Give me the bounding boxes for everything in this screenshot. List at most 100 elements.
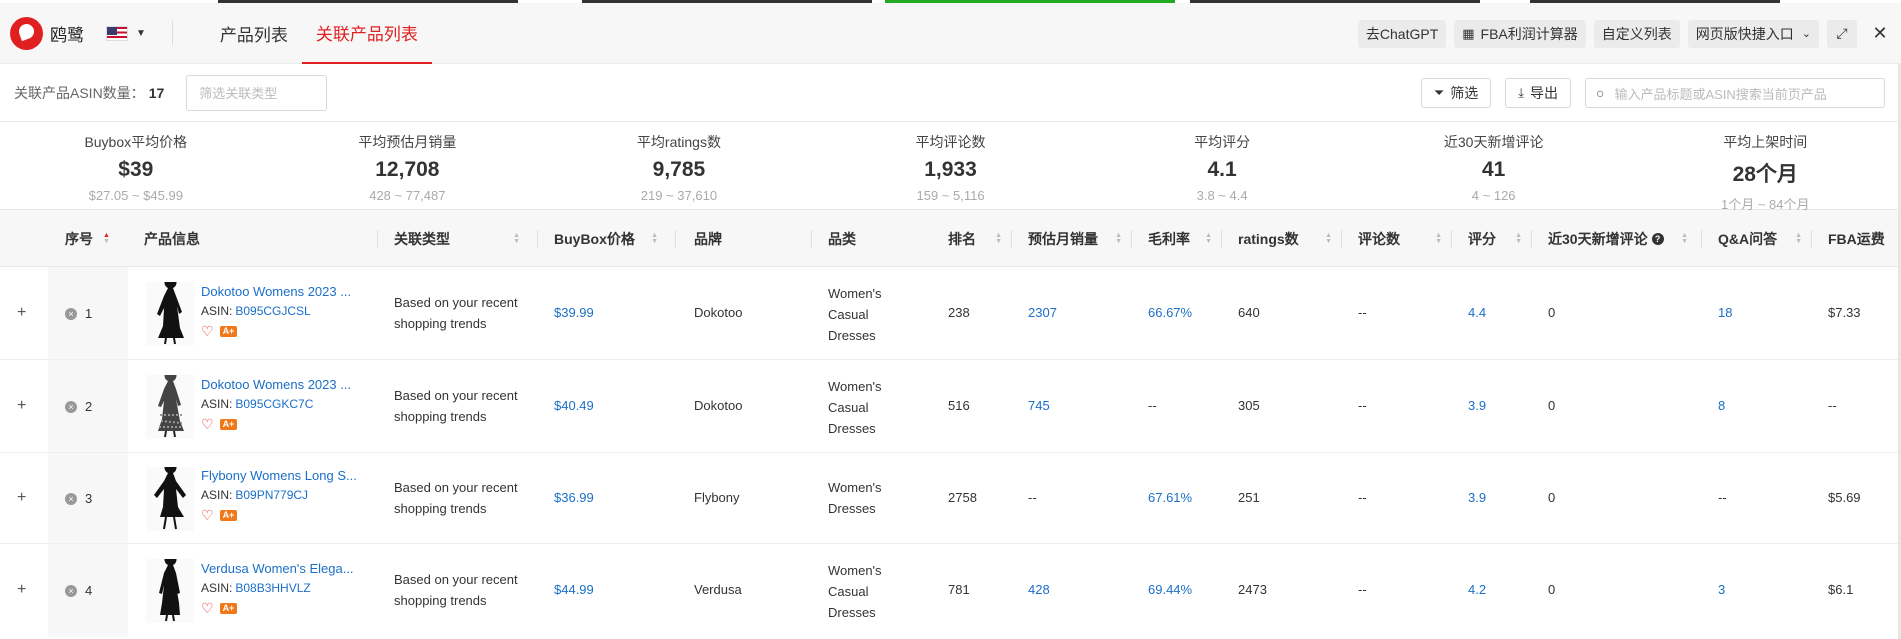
column-rating[interactable]: 评分 ▲ ▼ (1468, 210, 1532, 267)
column-new-reviews[interactable]: 近30天新增评论 ? ▲ ▼ (1548, 210, 1702, 267)
asin-link[interactable]: B095CGJCSL (235, 304, 310, 318)
us-flag-icon[interactable] (106, 25, 128, 41)
custom-list-button[interactable]: 自定义列表 (1593, 19, 1680, 48)
asin-link[interactable]: B08B3HHVLZ (235, 581, 310, 595)
column-monthly-sales[interactable]: 预估月销量 ▲ ▼ (1028, 210, 1132, 267)
row-seq: × 2 (65, 399, 92, 414)
category-line: Dresses (828, 328, 876, 343)
search-input[interactable]: ○ 输入产品标题或ASIN搜索当前页产品 (1585, 78, 1885, 108)
close-icon[interactable]: ✕ (1865, 20, 1895, 48)
fba-calculator-button[interactable]: ▦ FBA利润计算器 (1454, 19, 1586, 48)
heart-icon[interactable]: ♡ (201, 323, 214, 340)
column-margin[interactable]: 毛利率 ▲ ▼ (1148, 210, 1222, 267)
buybox-price[interactable]: $44.99 (554, 582, 594, 597)
sort-icon[interactable]: ▲ ▼ (1115, 232, 1122, 245)
heart-icon[interactable]: ♡ (201, 507, 214, 524)
sort-icon[interactable]: ▲ ▼ (995, 232, 1002, 245)
sort-icon[interactable]: ▲ ▼ (1205, 232, 1212, 245)
remove-icon[interactable]: × (65, 492, 77, 505)
stat-value: 9,785 (652, 158, 706, 181)
column-buybox[interactable]: BuyBox价格 ▲ ▼ (554, 210, 676, 267)
column-ratings[interactable]: ratings数 ▲ ▼ (1238, 210, 1342, 267)
buybox-price[interactable]: $36.99 (554, 490, 594, 505)
remove-icon[interactable]: × (65, 584, 77, 597)
product-thumbnail[interactable] (146, 276, 194, 346)
column-relation[interactable]: 关联类型 ▲ ▼ (394, 210, 538, 267)
product-title-link[interactable]: Dokotoo Womens 2023 ... (201, 377, 371, 392)
rank: 516 (948, 398, 970, 413)
web-entry-dropdown[interactable]: 网页版快捷入口 ⌄ (1687, 19, 1819, 48)
sort-icon[interactable]: ▲ ▼ (651, 232, 658, 245)
margin: -- (1148, 398, 1157, 413)
heart-icon[interactable]: ♡ (201, 416, 214, 433)
product-thumbnail[interactable] (146, 553, 194, 623)
table-row[interactable]: + × 2 Dokotoo Womens 2023 ... ASIN: B095C… (0, 360, 1901, 453)
caret-down-icon[interactable]: ▼ (136, 28, 146, 39)
monthly-sales[interactable]: 428 (1028, 582, 1050, 597)
sort-icon[interactable]: ▲ ▼ (1435, 232, 1442, 245)
product-thumbnail[interactable] (146, 369, 194, 439)
header-divider (171, 21, 173, 45)
rating[interactable]: 3.9 (1468, 398, 1486, 413)
product-title-link[interactable]: Flybony Womens Long S... (201, 468, 371, 483)
product-title-link[interactable]: Verdusa Women's Elega... (201, 561, 371, 576)
expand-row-icon[interactable]: + (17, 581, 26, 599)
sort-icon[interactable]: ▲ ▼ (1515, 232, 1522, 245)
stat-range: 3.8 ~ 4.4 (1196, 188, 1248, 203)
export-button[interactable]: ⤓ 导出 (1505, 78, 1571, 108)
product-thumbnail[interactable] (146, 461, 194, 531)
rating[interactable]: 3.9 (1468, 490, 1486, 505)
qa[interactable]: 18 (1718, 305, 1732, 320)
expand-row-icon[interactable]: + (17, 489, 26, 507)
table-row[interactable]: + × 1 Dokotoo Womens 2023 ... ASIN: B095C… (0, 267, 1901, 360)
margin[interactable]: 67.61% (1148, 490, 1192, 505)
monthly-sales[interactable]: 2307 (1028, 305, 1057, 320)
asin-count-value: 17 (148, 84, 165, 101)
asin-link[interactable]: B09PN779CJ (235, 488, 308, 502)
relation-type: Based on your recent shopping trends (394, 385, 534, 427)
rating[interactable]: 4.4 (1468, 305, 1486, 320)
sort-icon[interactable]: ▲ ▼ (103, 232, 110, 245)
stat-value: 1,933 (924, 158, 977, 181)
column-reviews[interactable]: 评论数 ▲ ▼ (1358, 210, 1452, 267)
row-seq: × 3 (65, 491, 92, 506)
table-row[interactable]: + × 3 Flybony Womens Long S... ASIN: B09P… (0, 453, 1901, 544)
expand-row-icon[interactable]: + (17, 304, 26, 322)
margin[interactable]: 66.67% (1148, 305, 1192, 320)
filter-button[interactable]: ⏷ 筛选 (1420, 78, 1492, 108)
sort-icon[interactable]: ▲ ▼ (1795, 232, 1802, 245)
tab-related-product-list[interactable]: 关联产品列表 (301, 3, 432, 64)
qa[interactable]: 8 (1718, 398, 1725, 413)
remove-icon[interactable]: × (65, 400, 77, 413)
tab-product-list[interactable]: 产品列表 (206, 3, 302, 64)
column-rank[interactable]: 排名 ▲ ▼ (948, 210, 1012, 267)
stat-reviews: 平均评论数 1,933 159 ~ 5,116 (815, 122, 1087, 209)
help-icon[interactable]: ? (1651, 232, 1664, 245)
heart-icon[interactable]: ♡ (201, 600, 214, 617)
column-category: 品类 (828, 210, 932, 267)
relation-line: Based on your recent (394, 480, 518, 495)
buybox-price[interactable]: $40.49 (554, 398, 594, 413)
sort-icon[interactable]: ▲ ▼ (513, 232, 520, 245)
qa[interactable]: 3 (1718, 582, 1725, 597)
rating[interactable]: 4.2 (1468, 582, 1486, 597)
rank: 781 (948, 582, 970, 597)
sort-icon[interactable]: ▲ ▼ (1325, 232, 1332, 245)
stat-buybox-price: Buybox平均价格 $39 $27.05 ~ $45.99 (0, 122, 272, 209)
column-seq[interactable]: 序号 ▲ ▼ (65, 210, 127, 267)
asin-link[interactable]: B095CGKC7C (235, 397, 313, 411)
monthly-sales[interactable]: 745 (1028, 398, 1050, 413)
sort-icon[interactable]: ▲ ▼ (1681, 232, 1688, 245)
margin[interactable]: 69.44% (1148, 582, 1192, 597)
expand-icon[interactable]: ⤢ (1827, 19, 1857, 48)
remove-icon[interactable]: × (65, 307, 77, 320)
category-line: Casual (828, 584, 869, 599)
relation-type-filter-input[interactable]: 筛选关联类型 (186, 74, 328, 111)
chatgpt-button[interactable]: 去ChatGPT (1357, 19, 1447, 48)
buybox-price[interactable]: $39.99 (554, 305, 594, 320)
column-qa[interactable]: Q&A问答 ▲ ▼ (1718, 210, 1812, 267)
product-title-link[interactable]: Dokotoo Womens 2023 ... (201, 284, 371, 299)
filter-label: 筛选 (1450, 85, 1479, 101)
table-row[interactable]: + × 4 Verdusa Women's Elega... ASIN: B08B… (0, 544, 1901, 637)
expand-row-icon[interactable]: + (17, 397, 26, 415)
